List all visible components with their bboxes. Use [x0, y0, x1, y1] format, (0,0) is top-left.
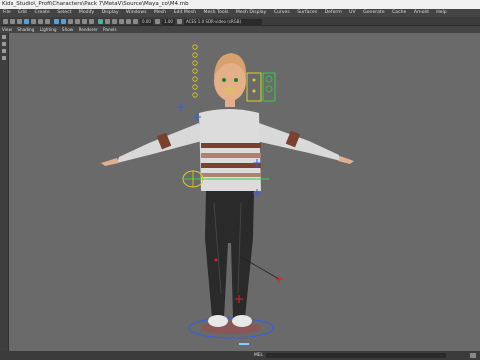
- menu-surfaces[interactable]: Surfaces: [297, 10, 317, 15]
- window-title: Kids_Studio\_Profi\Characters\Pack 7\Met…: [0, 0, 480, 9]
- knee-dot[interactable]: [214, 258, 218, 262]
- menu-file[interactable]: File: [3, 10, 11, 15]
- right-arm-sleeve: [256, 123, 341, 161]
- left-hand: [101, 158, 119, 166]
- bookmark-icon[interactable]: [17, 19, 22, 24]
- grid-icon[interactable]: [31, 19, 36, 24]
- face-rig-panel[interactable]: [246, 72, 262, 102]
- main-menubar: File Edit Create Select Modify Display W…: [0, 9, 480, 17]
- rig-brow-slider-icon[interactable]: [265, 85, 273, 93]
- sweater-stripe-1: [201, 143, 261, 148]
- menu-modify[interactable]: Modify: [79, 10, 94, 15]
- rig-dot[interactable]: [252, 89, 256, 93]
- perspective-viewport[interactable]: [9, 33, 480, 351]
- jeans: [205, 191, 254, 318]
- select-camera-icon[interactable]: [3, 19, 8, 24]
- view-transform-select[interactable]: ACES 1.0 SDR-video (sRGB): [184, 18, 262, 25]
- panel-menu-view[interactable]: View: [2, 27, 12, 32]
- left-shoe: [208, 315, 228, 327]
- smooth-shade-icon[interactable]: [61, 19, 66, 24]
- panel-menu-show[interactable]: Show: [62, 27, 73, 32]
- panel-menu-panels[interactable]: Panels: [103, 27, 116, 32]
- wireframe-on-shaded-icon[interactable]: [68, 19, 73, 24]
- shadows-icon[interactable]: [89, 19, 94, 24]
- left-eye-control[interactable]: [222, 78, 226, 82]
- scene-canvas: [101, 44, 354, 345]
- menu-windows[interactable]: Windows: [126, 10, 147, 15]
- paint-select-tool-icon[interactable]: [2, 49, 6, 53]
- menu-arnold[interactable]: Arnold: [414, 10, 429, 15]
- menu-create[interactable]: Create: [35, 10, 50, 15]
- head-control-chain[interactable]: [192, 44, 198, 98]
- color-management-icon[interactable]: [177, 19, 182, 24]
- select-tool-icon[interactable]: [2, 35, 6, 39]
- isolate-select-icon[interactable]: [126, 19, 131, 24]
- menu-curves[interactable]: Curves: [274, 10, 290, 15]
- sweater-stripe-3: [201, 163, 261, 168]
- panel-menu-renderer[interactable]: Renderer: [79, 27, 98, 32]
- sweater-stripe-4: [201, 173, 261, 177]
- origin-marker: [239, 343, 249, 345]
- menu-mesh[interactable]: Mesh: [154, 10, 166, 15]
- film-gate-icon[interactable]: [38, 19, 43, 24]
- wireframe-icon[interactable]: [54, 19, 59, 24]
- menu-help[interactable]: Help: [436, 10, 446, 15]
- lights-icon[interactable]: [82, 19, 87, 24]
- lasso-tool-icon[interactable]: [2, 42, 6, 46]
- menu-display[interactable]: Display: [102, 10, 119, 15]
- motion-blur-icon[interactable]: [105, 19, 110, 24]
- command-line-bar: MEL: [0, 351, 480, 360]
- menu-edit[interactable]: Edit: [18, 10, 27, 15]
- camera-attributes-icon[interactable]: [10, 19, 15, 24]
- face-rig-panel-green[interactable]: [262, 72, 276, 102]
- right-hand: [338, 156, 354, 164]
- script-editor-icon[interactable]: [470, 353, 476, 358]
- menu-mesh-tools[interactable]: Mesh Tools: [204, 10, 229, 15]
- exposure-field[interactable]: 0.00: [140, 18, 153, 25]
- toolbox: [0, 33, 9, 351]
- menu-generate[interactable]: Generate: [363, 10, 384, 15]
- right-shoe: [232, 315, 252, 327]
- panel-menubar: View Shading Lighting Show Renderer Pane…: [0, 26, 480, 33]
- depth-of-field-icon[interactable]: [119, 19, 124, 24]
- menu-uv[interactable]: UV: [349, 10, 356, 15]
- right-eye-control[interactable]: [234, 78, 238, 82]
- menu-mesh-display[interactable]: Mesh Display: [236, 10, 267, 15]
- sweater-stripe-2: [201, 153, 261, 158]
- panel-menu-lighting[interactable]: Lighting: [40, 27, 57, 32]
- rig-eye-slider-icon[interactable]: [265, 75, 273, 83]
- image-plane-icon[interactable]: [24, 19, 29, 24]
- move-tool-icon[interactable]: [2, 56, 6, 60]
- ambient-occlusion-icon[interactable]: [98, 19, 103, 24]
- anti-aliasing-icon[interactable]: [112, 19, 117, 24]
- rig-dot[interactable]: [252, 78, 256, 82]
- panel-menu-shading[interactable]: Shading: [17, 27, 34, 32]
- command-line-label: MEL: [254, 353, 264, 358]
- status-shelf: 0.00 1.00 ACES 1.0 SDR-video (sRGB): [0, 17, 480, 26]
- menu-cache[interactable]: Cache: [392, 10, 406, 15]
- command-line-input[interactable]: [266, 353, 446, 358]
- menu-select[interactable]: Select: [57, 10, 71, 15]
- menu-deform[interactable]: Deform: [325, 10, 342, 15]
- textured-icon[interactable]: [75, 19, 80, 24]
- xray-icon[interactable]: [133, 19, 138, 24]
- menu-edit-mesh[interactable]: Edit Mesh: [174, 10, 196, 15]
- resolution-gate-icon[interactable]: [45, 19, 50, 24]
- gamma-icon[interactable]: [155, 19, 160, 24]
- gamma-field[interactable]: 1.00: [162, 18, 175, 25]
